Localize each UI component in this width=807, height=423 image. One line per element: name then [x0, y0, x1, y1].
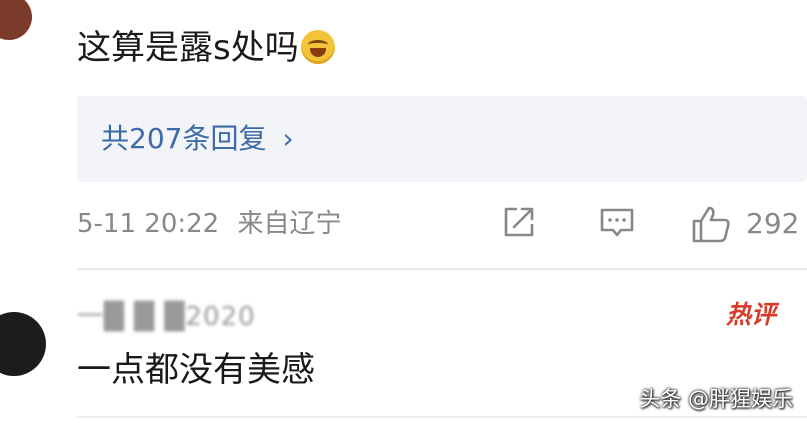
- replies-count-label: 共207条回复: [101, 122, 267, 155]
- hot-comment-badge: 热评: [726, 300, 777, 329]
- comment-text: 这算是露s处吗: [77, 26, 335, 70]
- like-count: 292: [746, 207, 800, 240]
- like-button[interactable]: 292: [690, 203, 807, 245]
- avatar[interactable]: [0, 312, 46, 376]
- comment-text: 一点都没有美感: [77, 350, 315, 390]
- share-icon: [504, 207, 534, 237]
- thumbs-up-icon: [692, 206, 730, 243]
- divider: [77, 416, 807, 418]
- laughing-crying-emoji-icon: [300, 30, 335, 64]
- comment-button[interactable]: [598, 203, 636, 245]
- timestamp: 5-11 20:22: [77, 209, 220, 239]
- comment-icon: [600, 208, 634, 237]
- view-replies-button[interactable]: 共207条回复 ›: [77, 96, 807, 182]
- comment-meta: 5-11 20:22 来自辽宁: [77, 206, 341, 242]
- chevron-right-icon: ›: [282, 122, 294, 155]
- divider: [77, 268, 807, 270]
- watermark: 头条 @胖猩娱乐: [639, 387, 793, 411]
- username[interactable]: 一█ █ █2020: [77, 300, 256, 334]
- location: 来自辽宁: [237, 209, 342, 239]
- share-button[interactable]: [500, 203, 538, 245]
- avatar[interactable]: [0, 0, 32, 40]
- comment-body: 这算是露s处吗: [77, 28, 299, 68]
